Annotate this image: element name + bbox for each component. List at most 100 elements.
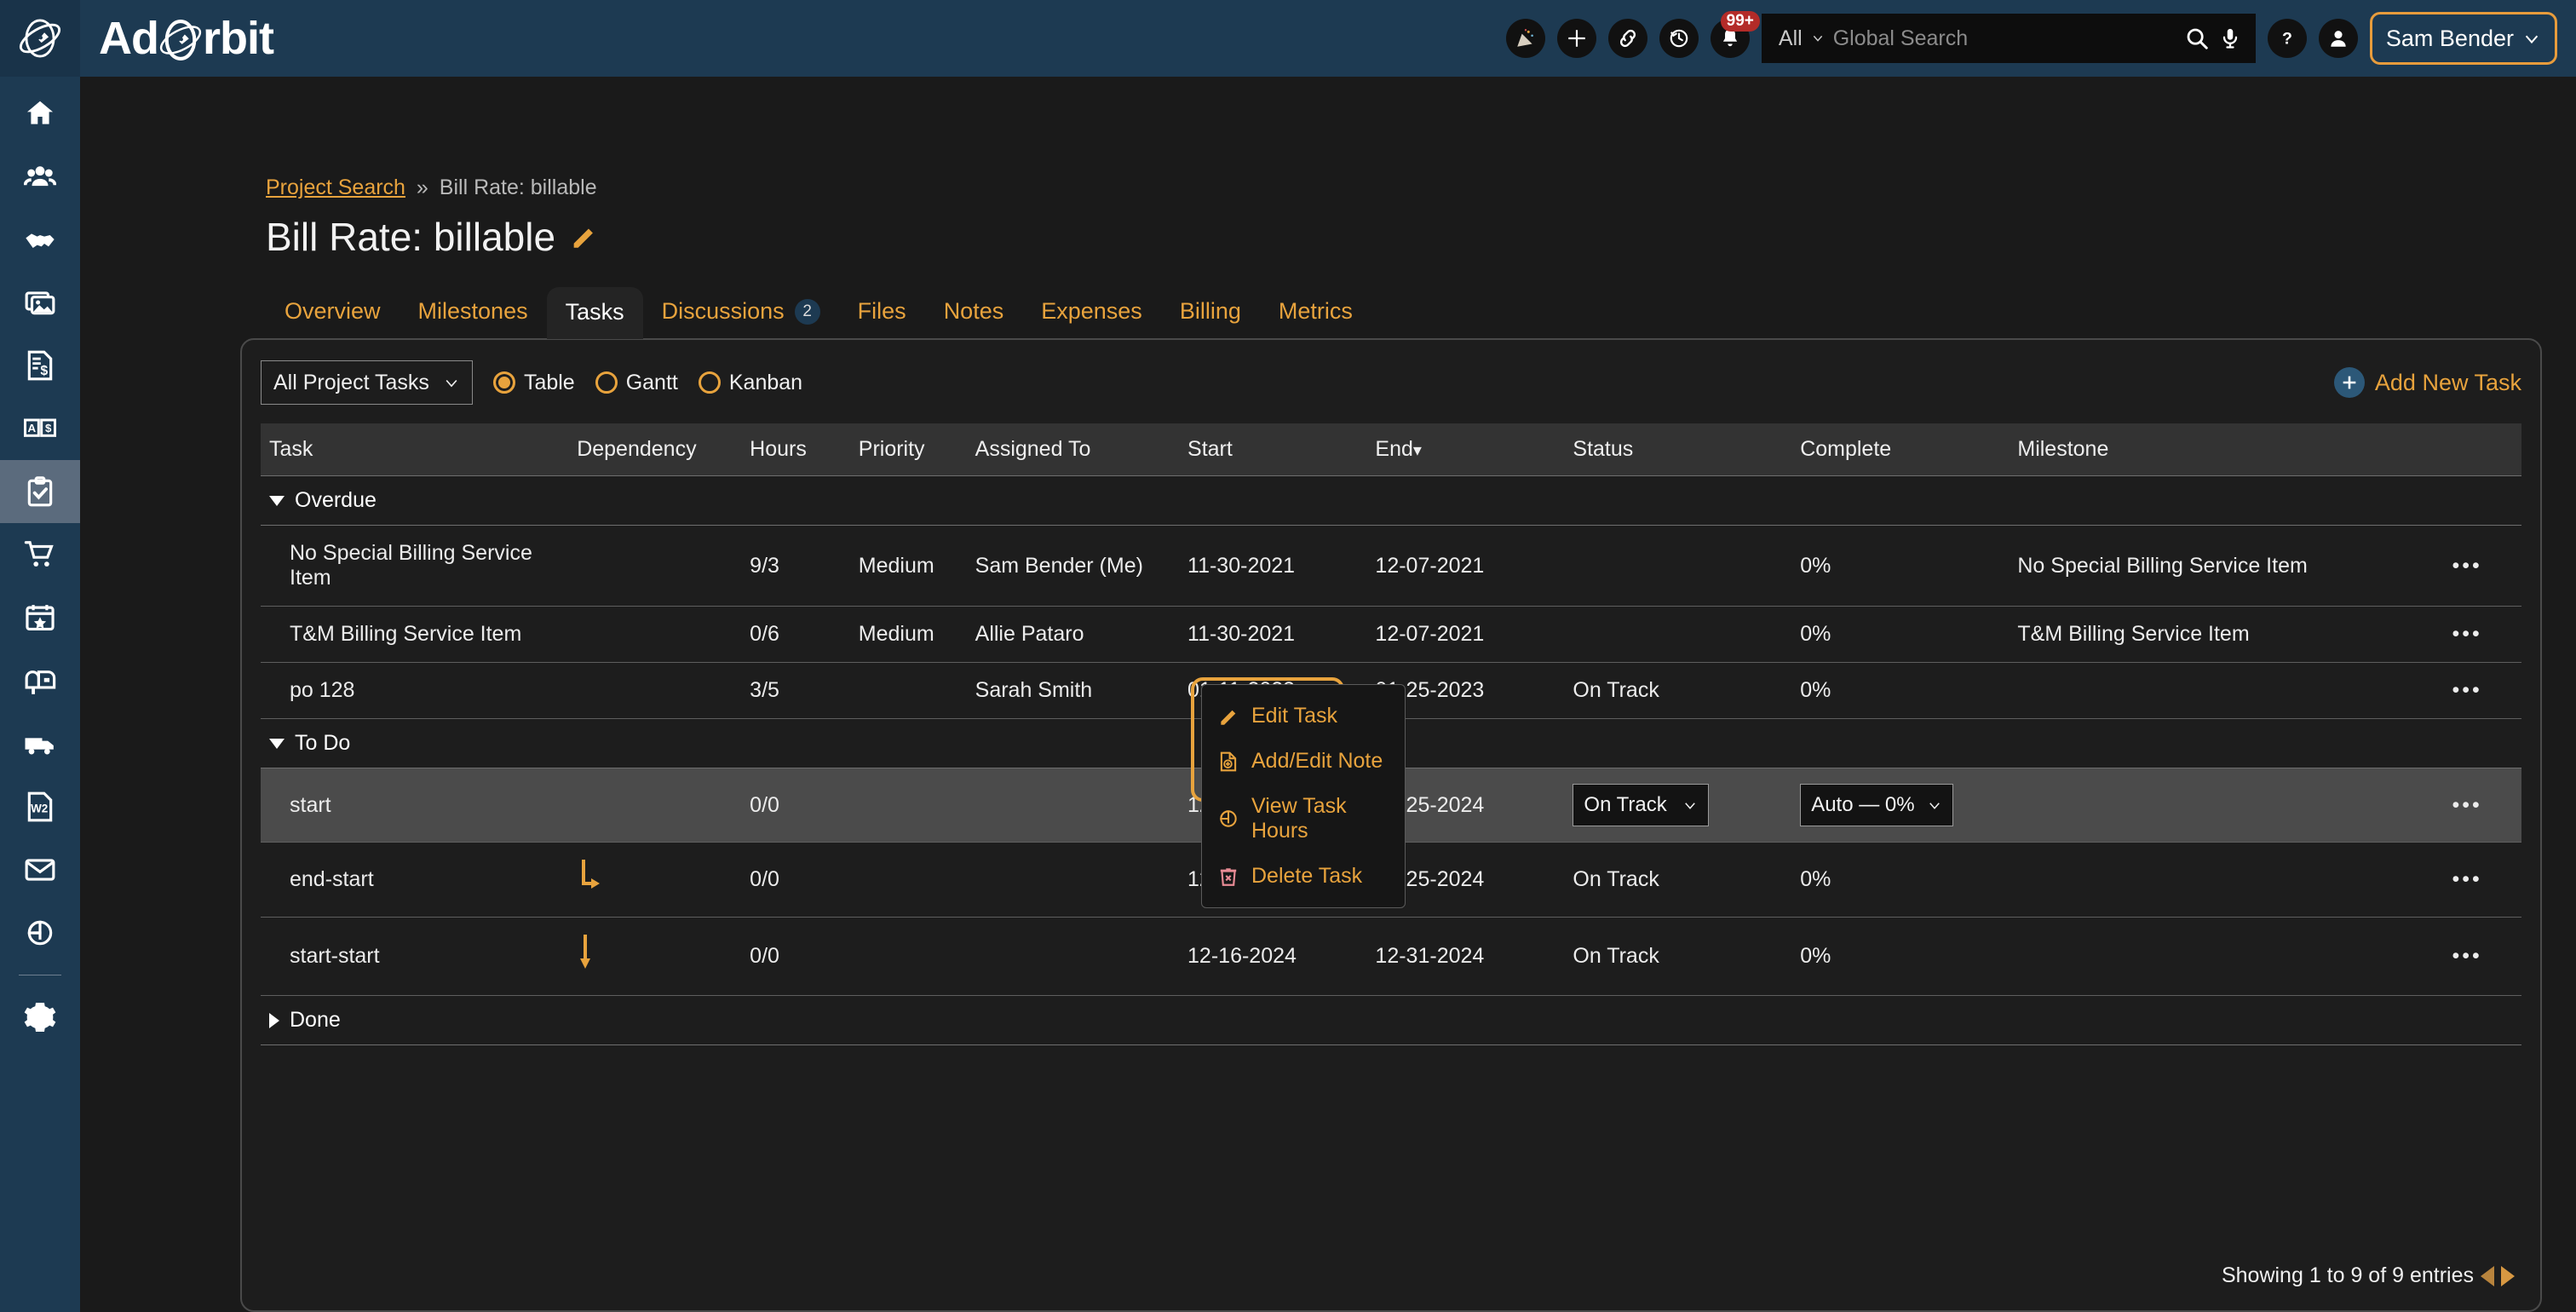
tab-billing[interactable]: Billing (1161, 298, 1260, 338)
images-icon (25, 291, 55, 315)
microphone-icon[interactable] (2218, 26, 2242, 50)
sidebar-item-reports[interactable] (0, 901, 80, 964)
chevron-down-icon (2525, 35, 2539, 44)
column-header-hours[interactable]: Hours (750, 423, 859, 476)
row-actions-menu-button[interactable]: ••• (2452, 678, 2482, 702)
complete-select[interactable]: Auto — 0% (1800, 784, 1953, 826)
sidebar-item-mailbox[interactable] (0, 649, 80, 712)
radio-kanban[interactable] (698, 371, 721, 394)
context-menu-item-add-edit-note[interactable]: Add/Edit Note (1202, 739, 1405, 784)
radio-table[interactable] (492, 371, 515, 394)
bell-icon[interactable]: 99+ (1710, 11, 1760, 58)
task-context-menu: Edit Task Add/Edit Note View Task Hours Del… (1201, 684, 1406, 908)
column-header-end[interactable]: End▾ (1375, 423, 1573, 476)
page-title: Bill Rate: billable (266, 215, 556, 259)
sidebar-item-truck[interactable] (0, 712, 80, 775)
row-actions-cell: ••• (2412, 768, 2521, 843)
milestone-cell: T&M Billing Service Item (2017, 606, 2413, 663)
radio-label-gantt[interactable]: Gantt (626, 371, 678, 395)
tab-milestones[interactable]: Milestones (400, 298, 547, 338)
column-header-priority[interactable]: Priority (858, 423, 975, 476)
breadcrumb-link-project-search[interactable]: Project Search (266, 176, 405, 199)
sidebar-item-contacts[interactable] (0, 145, 80, 208)
row-actions-menu-button[interactable]: ••• (2452, 554, 2482, 578)
avatar-icon[interactable] (2318, 19, 2358, 58)
chevron-down-icon[interactable] (1811, 32, 1825, 45)
column-header-complete[interactable]: Complete (1800, 423, 2018, 476)
history-icon[interactable] (1659, 19, 1699, 58)
tab-files[interactable]: Files (839, 298, 925, 338)
task-group-header[interactable]: Done (261, 995, 2521, 1045)
task-filter-select[interactable]: All Project Tasks (261, 360, 473, 405)
row-actions-menu-button[interactable]: ••• (2452, 793, 2482, 817)
svg-text:?: ? (2282, 30, 2292, 49)
task-name-cell: No Special Billing Service Item (261, 525, 578, 607)
column-header-start[interactable]: Start (1187, 423, 1376, 476)
sidebar-item-tasks[interactable] (0, 460, 80, 523)
sidebar-item-settings[interactable] (0, 986, 80, 1049)
context-menu-item-delete-task[interactable]: Delete Task (1202, 854, 1405, 899)
breadcrumb-current: Bill Rate: billable (439, 176, 597, 199)
task-row[interactable]: start-start 0/0 12-16-2024 12-31-2024 On Tra… (261, 917, 2521, 996)
row-actions-menu-button[interactable]: ••• (2452, 944, 2482, 968)
group-toggle-done[interactable]: Done (269, 1008, 2521, 1033)
sidebar-item-calendar[interactable] (0, 586, 80, 649)
tab-overview[interactable]: Overview (266, 298, 400, 338)
sidebar-item-ratecard[interactable]: A $ (0, 397, 80, 460)
page-title-row: Bill Rate: billable (80, 200, 2542, 260)
help-icon[interactable]: ? (2267, 19, 2307, 58)
tasks-panel: All Project Tasks Table Gantt Kanban Add N… (240, 338, 2542, 1312)
mailbox-icon (25, 670, 56, 694)
radio-label-kanban[interactable]: Kanban (729, 371, 802, 395)
add-new-task-button[interactable]: Add New Task (2333, 367, 2521, 398)
column-header-status[interactable]: Status (1573, 423, 1801, 476)
tab-tasks[interactable]: Tasks (546, 287, 643, 339)
sidebar-item-home[interactable] (0, 82, 80, 145)
user-menu-button[interactable]: Sam Bender (2369, 12, 2557, 65)
entries-count-label: Showing 1 to 9 of 9 entries (2221, 1263, 2474, 1287)
group-toggle-overdue[interactable]: Overdue (269, 488, 2521, 513)
dependency-cell (577, 842, 750, 918)
task-group-header[interactable]: Overdue (261, 475, 2521, 526)
status-select[interactable]: On Track (1573, 784, 1710, 826)
task-row[interactable]: T&M Billing Service Item 0/6 Medium Allie P… (261, 606, 2521, 663)
tab-metrics[interactable]: Metrics (1260, 298, 1371, 338)
task-row[interactable]: No Special Billing Service Item 9/3 Medium… (261, 525, 2521, 607)
search-input[interactable] (1832, 26, 2176, 51)
tab-discussions[interactable]: Discussions 2 (643, 298, 839, 338)
sidebar-item-email[interactable] (0, 838, 80, 901)
context-menu-item-edit-task[interactable]: Edit Task (1202, 693, 1405, 739)
link-icon[interactable] (1607, 19, 1647, 58)
radio-label-table[interactable]: Table (524, 371, 575, 395)
column-header-task[interactable]: Task (261, 423, 578, 476)
column-header-dependency[interactable]: Dependency (577, 423, 750, 476)
next-page-button[interactable] (2501, 1265, 2515, 1286)
sidebar-item-w2[interactable]: W2 (0, 775, 80, 838)
sidebar-item-handshake[interactable] (0, 208, 80, 271)
row-actions-menu-button[interactable]: ••• (2452, 622, 2482, 646)
hours-cell: 0/0 (750, 842, 859, 918)
tab-notes[interactable]: Notes (925, 298, 1023, 338)
row-actions-menu-button[interactable]: ••• (2452, 867, 2482, 891)
column-header-actions[interactable] (2412, 423, 2521, 476)
sidebar-item-media[interactable] (0, 271, 80, 334)
global-search-bar[interactable]: All (1761, 14, 2256, 63)
top-header-bar: Ad rbit 99+ All Global Search ? Sam Bend… (0, 0, 2576, 77)
add-icon[interactable] (1556, 19, 1596, 58)
edit-pencil-icon[interactable] (569, 222, 598, 251)
sidebar-item-cart[interactable] (0, 523, 80, 586)
sidebar-item-invoice[interactable]: $ (0, 334, 80, 397)
search-icon[interactable] (2184, 26, 2210, 51)
celebration-icon[interactable] (1505, 19, 1545, 58)
prev-page-button[interactable] (2481, 1265, 2494, 1286)
chevron-right-icon (269, 1012, 279, 1028)
radio-gantt[interactable] (595, 371, 618, 394)
app-logo[interactable] (0, 0, 80, 77)
column-header-assigned-to[interactable]: Assigned To (975, 423, 1188, 476)
task-name-cell: start (261, 768, 578, 843)
status-cell: On Track (1573, 842, 1801, 918)
search-scope-label[interactable]: All (1779, 26, 1803, 51)
context-menu-item-view-task-hours[interactable]: View Task Hours (1202, 784, 1405, 854)
tab-expenses[interactable]: Expenses (1022, 298, 1161, 338)
column-header-milestone[interactable]: Milestone (2017, 423, 2413, 476)
